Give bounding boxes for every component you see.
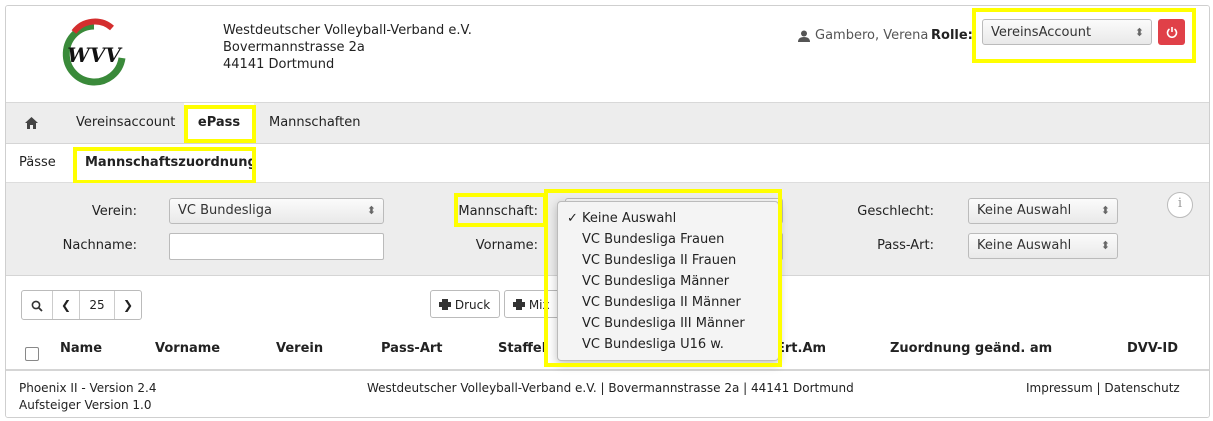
user-icon bbox=[798, 30, 810, 42]
printer-icon bbox=[513, 299, 525, 310]
search-button[interactable] bbox=[22, 291, 53, 319]
nachname-label: Nachname: bbox=[62, 238, 137, 253]
mannschaft-dropdown: ✓ Keine Auswahl VC Bundesliga Frauen VC … bbox=[557, 201, 779, 361]
subnav-item-paesse[interactable]: Pässe bbox=[19, 155, 56, 170]
header: WVV Westdeutscher Volleyball-Verband e.V… bbox=[6, 6, 1209, 103]
geschlecht-select[interactable]: Keine Auswahl ⬍ bbox=[968, 198, 1118, 224]
version-line-2: Aufsteiger Version 1.0 bbox=[19, 398, 152, 412]
footer-separator: | bbox=[1092, 381, 1105, 395]
col-staffel[interactable]: Staffel bbox=[498, 341, 546, 356]
datenschutz-link[interactable]: Datenschutz bbox=[1104, 381, 1179, 395]
dropdown-option[interactable]: ✓ Keine Auswahl bbox=[558, 208, 778, 229]
select-arrows-icon: ⬍ bbox=[1100, 204, 1110, 217]
geschlecht-select-value: Keine Auswahl bbox=[977, 203, 1072, 218]
mix-label: Mix bbox=[528, 298, 550, 312]
nachname-input[interactable] bbox=[169, 233, 384, 260]
passart-select[interactable]: Keine Auswahl ⬍ bbox=[968, 233, 1118, 259]
user-name: Gambero, Verena bbox=[815, 28, 929, 43]
org-address: Westdeutscher Volleyball-Verband e.V. Bo… bbox=[223, 22, 472, 73]
verein-select-value: VC Bundesliga bbox=[178, 203, 272, 218]
col-dvv-id[interactable]: DVV-ID bbox=[1127, 341, 1178, 356]
svg-text:WVV: WVV bbox=[67, 43, 123, 67]
version-line-1: Phoenix II - Version 2.4 bbox=[19, 381, 157, 395]
logo-graphic: WVV bbox=[62, 18, 126, 86]
subnav-item-mannschaftszuordnung[interactable]: Mannschaftszuordnung bbox=[85, 155, 257, 170]
mix-button[interactable]: Mix bbox=[504, 290, 564, 318]
footer-address: Westdeutscher Volleyball-Verband e.V. | … bbox=[367, 381, 854, 395]
dropdown-option[interactable]: VC Bundesliga U16 w. bbox=[558, 334, 778, 355]
passart-label: Pass-Art: bbox=[877, 238, 934, 253]
search-icon bbox=[31, 300, 43, 312]
prev-page-button[interactable]: ❮ bbox=[53, 291, 80, 319]
impressum-link[interactable]: Impressum bbox=[1026, 381, 1093, 395]
mannschaft-label: Mannschaft: bbox=[458, 204, 538, 219]
role-select[interactable]: VereinsAccount ⬍ bbox=[982, 19, 1152, 45]
role-label: Rolle: bbox=[931, 28, 973, 43]
home-icon bbox=[24, 116, 38, 129]
dropdown-option[interactable]: VC Bundesliga Frauen bbox=[558, 229, 778, 250]
col-verein[interactable]: Verein bbox=[276, 341, 323, 356]
nav-home[interactable] bbox=[18, 103, 44, 143]
select-arrows-icon: ⬍ bbox=[1134, 26, 1144, 39]
passart-select-value: Keine Auswahl bbox=[977, 238, 1072, 253]
col-passart[interactable]: Pass-Art bbox=[381, 341, 443, 356]
col-ert-am[interactable]: Ert.Am bbox=[776, 341, 826, 356]
current-user[interactable]: Gambero, Verena bbox=[798, 28, 928, 43]
col-vorname[interactable]: Vorname bbox=[155, 341, 220, 356]
footer-links: Impressum | Datenschutz bbox=[1026, 381, 1180, 395]
printer-icon bbox=[439, 299, 451, 310]
dropdown-option[interactable]: VC Bundesliga II Frauen bbox=[558, 250, 778, 271]
nav-item-epass[interactable]: ePass bbox=[184, 103, 254, 143]
info-icon[interactable]: i bbox=[1167, 192, 1193, 218]
print-label: Druck bbox=[454, 298, 491, 312]
role-select-value: VereinsAccount bbox=[991, 25, 1092, 40]
nav-item-mannschaften[interactable]: Mannschaften bbox=[269, 103, 360, 143]
verein-label: Verein: bbox=[91, 204, 137, 219]
pager: ❮ 25 ❯ bbox=[21, 290, 142, 320]
dropdown-option[interactable]: VC Bundesliga II Männer bbox=[558, 292, 778, 313]
col-zuordnung-geaendert[interactable]: Zuordnung geänd. am bbox=[890, 341, 1052, 356]
checkmark-icon: ✓ bbox=[567, 211, 578, 226]
select-all-checkbox[interactable] bbox=[25, 347, 39, 361]
page-size-value[interactable]: 25 bbox=[80, 291, 115, 319]
dropdown-option[interactable]: VC Bundesliga Männer bbox=[558, 271, 778, 292]
vorname-label: Vorname: bbox=[475, 238, 538, 253]
wvv-logo: WVV bbox=[54, 18, 134, 88]
main-nav: Vereinsaccount ePass Mannschaften bbox=[6, 103, 1209, 144]
geschlecht-label: Geschlecht: bbox=[857, 204, 934, 219]
next-page-button[interactable]: ❯ bbox=[115, 291, 141, 319]
power-icon bbox=[1166, 27, 1177, 38]
org-name: Westdeutscher Volleyball-Verband e.V. bbox=[223, 23, 472, 38]
nav-item-vereinsaccount[interactable]: Vereinsaccount bbox=[76, 103, 175, 143]
select-arrows-icon: ⬍ bbox=[366, 204, 376, 217]
verein-select[interactable]: VC Bundesliga ⬍ bbox=[169, 198, 384, 224]
select-arrows-icon: ⬍ bbox=[1100, 239, 1110, 252]
org-city: 44141 Dortmund bbox=[223, 57, 335, 72]
dropdown-option[interactable]: VC Bundesliga III Männer bbox=[558, 313, 778, 334]
org-street: Bovermannstrasse 2a bbox=[223, 40, 365, 55]
footer: Phoenix II - Version 2.4 Aufsteiger Vers… bbox=[6, 371, 1209, 417]
print-button[interactable]: Druck bbox=[430, 290, 500, 318]
col-name[interactable]: Name bbox=[60, 341, 102, 356]
sub-nav: Pässe Mannschaftszuordnung bbox=[6, 144, 1209, 183]
app-frame: WVV Westdeutscher Volleyball-Verband e.V… bbox=[5, 5, 1210, 418]
logout-button[interactable] bbox=[1158, 19, 1185, 45]
